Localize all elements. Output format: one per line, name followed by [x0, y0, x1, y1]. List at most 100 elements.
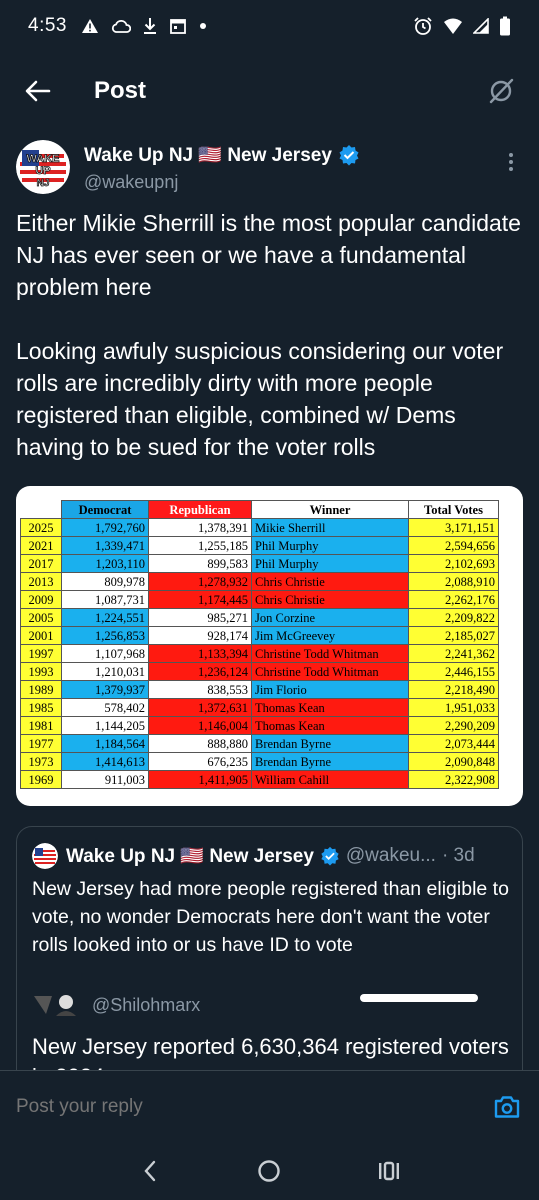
avatar[interactable]: WAKE UP NJ — [16, 140, 70, 194]
cell-democrat: 809,978 — [61, 572, 149, 591]
cell-democrat: 911,003 — [61, 770, 149, 789]
cell-total-votes: 2,241,362 — [408, 644, 499, 663]
table-row: 1985 578,402 1,372,631 Thomas Kean 1,951,033 — [20, 698, 499, 717]
table-row: 2009 1,087,731 1,174,445 Chris Christie 2,26… — [20, 590, 499, 609]
cell-winner: Christine Todd Whitman — [251, 662, 409, 681]
cell-democrat: 1,203,110 — [61, 554, 149, 573]
cell-republican: 1,378,391 — [148, 518, 252, 537]
page-title: Post — [94, 77, 147, 104]
status-bar: 4:53 — [0, 0, 539, 52]
post-image[interactable]: Democrat Republican Winner Total Votes 2… — [16, 486, 523, 806]
nav-back-button[interactable] — [130, 1151, 170, 1191]
table-row: 2001 1,256,853 928,174 Jim McGreevey 2,185,0… — [20, 626, 499, 645]
download-icon — [143, 18, 156, 34]
cell-republican: 1,372,631 — [148, 698, 252, 717]
app-header: Post — [0, 62, 539, 120]
header-democrat: Democrat — [61, 500, 149, 519]
wifi-icon — [444, 18, 462, 34]
cell-republican: 1,133,394 — [148, 644, 252, 663]
table-row: 2013 809,978 1,278,932 Chris Christie 2,088,… — [20, 572, 499, 591]
calendar-icon — [170, 19, 186, 34]
cell-republican: 1,255,185 — [148, 536, 252, 555]
back-button[interactable] — [20, 73, 56, 109]
cell-winner: Thomas Kean — [251, 698, 409, 717]
cell-total-votes: 2,185,027 — [408, 626, 499, 645]
cell-democrat: 1,210,031 — [61, 662, 149, 681]
cell-year: 2021 — [20, 536, 62, 555]
cell-total-votes: 2,102,693 — [408, 554, 499, 573]
cell-democrat: 578,402 — [61, 698, 149, 717]
post-author: WAKE UP NJ Wake Up NJ 🇺🇸 New Jersey @wak… — [16, 140, 523, 200]
cell-democrat: 1,792,760 — [61, 518, 149, 537]
nested-quote-author: @Shilohmarx — [32, 994, 200, 1016]
reply-input[interactable] — [16, 1095, 456, 1118]
table-row: 1993 1,210,031 1,236,124 Christine Todd Whi… — [20, 662, 499, 681]
system-nav-bar — [0, 1142, 539, 1200]
cell-republican: 899,583 — [148, 554, 252, 573]
cell-democrat: 1,107,968 — [61, 644, 149, 663]
cell-winner: Christine Todd Whitman — [251, 644, 409, 663]
nested-media-edge — [360, 994, 478, 1002]
author-handle[interactable]: @wakeupnj — [84, 172, 360, 193]
dot-icon — [199, 23, 206, 29]
verified-badge-icon — [339, 145, 359, 166]
author-info: Wake Up NJ 🇺🇸 New Jersey @wakeupnj — [84, 140, 360, 200]
cell-total-votes: 1,951,033 — [408, 698, 499, 717]
cell-total-votes: 2,090,848 — [408, 752, 499, 771]
table-row: 2025 1,792,760 1,378,391 Mikie Sherrill 3,17… — [20, 518, 499, 537]
cell-year: 2001 — [20, 626, 62, 645]
cell-republican: 888,880 — [148, 734, 252, 753]
table-header-row: Democrat Republican Winner Total Votes — [20, 500, 499, 519]
cell-year: 1993 — [20, 662, 62, 681]
header-total-votes: Total Votes — [408, 500, 499, 519]
cell-winner: Brendan Byrne — [251, 752, 409, 771]
cell-democrat: 1,144,205 — [61, 716, 149, 735]
cell-total-votes: 2,262,176 — [408, 590, 499, 609]
reply-bar — [0, 1070, 539, 1142]
cell-year: 2025 — [20, 518, 62, 537]
cell-democrat: 1,414,613 — [61, 752, 149, 771]
cell-winner: Chris Christie — [251, 572, 409, 591]
camera-button[interactable] — [491, 1091, 523, 1123]
quote-author-name: Wake Up NJ 🇺🇸 New Jersey — [66, 846, 314, 867]
cell-democrat: 1,224,551 — [61, 608, 149, 627]
cell-year: 2009 — [20, 590, 62, 609]
cloud-icon — [111, 19, 131, 33]
quote-avatar — [32, 843, 58, 869]
cell-winner: Phil Murphy — [251, 554, 409, 573]
arrow-left-icon — [25, 80, 51, 102]
cell-republican: 1,146,004 — [148, 716, 252, 735]
camera-icon — [494, 1095, 520, 1118]
nav-home-button[interactable] — [249, 1151, 289, 1191]
cell-total-votes: 2,446,155 — [408, 662, 499, 681]
status-notification-icons — [81, 17, 207, 35]
cell-year: 1973 — [20, 752, 62, 771]
cell-winner: William Cahill — [251, 770, 409, 789]
cell-democrat: 1,379,937 — [61, 680, 149, 699]
cell-year: 1981 — [20, 716, 62, 735]
nav-recents-button[interactable] — [369, 1151, 409, 1191]
cell-year: 2013 — [20, 572, 62, 591]
author-name[interactable]: Wake Up NJ 🇺🇸 New Jersey — [84, 143, 332, 167]
header-winner: Winner — [251, 500, 409, 519]
cell-winner: Jon Corzine — [251, 608, 409, 627]
table-row: 2021 1,339,471 1,255,185 Phil Murphy 2,594,6… — [20, 536, 499, 555]
avatar-text-2: UP — [35, 165, 50, 177]
alarm-icon — [414, 17, 432, 35]
cell-democrat: 1,339,471 — [61, 536, 149, 555]
cell-republican: 928,174 — [148, 626, 252, 645]
table-row: 1981 1,144,205 1,146,004 Thomas Kean 2,290,2… — [20, 716, 499, 735]
table-row: 1969 911,003 1,411,905 William Cahill 2,322,… — [20, 770, 499, 789]
table-row: 1997 1,107,968 1,133,394 Christine Todd Whi… — [20, 644, 499, 663]
avatar-text-1: WAKE — [27, 153, 60, 165]
nested-quote-handle: @Shilohmarx — [92, 994, 201, 1015]
more-options-button[interactable] — [499, 142, 523, 182]
grok-button[interactable] — [483, 73, 519, 109]
quote-verified-badge-icon — [321, 846, 339, 866]
cell-republican: 1,174,445 — [148, 590, 252, 609]
cell-winner: Mikie Sherrill — [251, 518, 409, 537]
cell-winner: Chris Christie — [251, 590, 409, 609]
cell-year: 2005 — [20, 608, 62, 627]
status-time: 4:53 — [28, 15, 67, 36]
cell-winner: Jim Florio — [251, 680, 409, 699]
